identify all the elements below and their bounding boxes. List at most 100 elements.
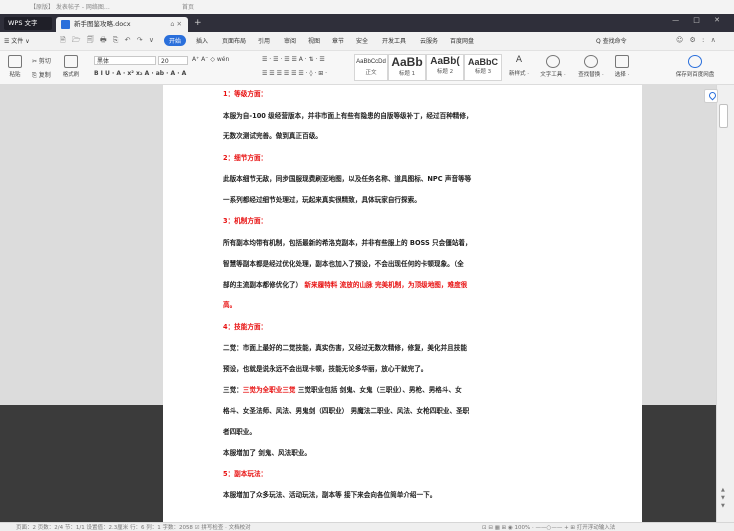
tab-references[interactable]: 引用: [258, 36, 270, 45]
doc-line-14-end: 三觉职业包括 剑鬼、女鬼（三职业）、男枪、男格斗、女: [295, 386, 462, 394]
find-replace-button[interactable]: 查找替换 ·: [576, 55, 606, 78]
font-style-tools[interactable]: B I U · A · x² x₂ A · ab · A · A: [94, 70, 186, 77]
document-icon: [61, 20, 70, 29]
desktop-tab-strip: 【原版】 发表帖子 - 网络图… 首页: [0, 0, 734, 14]
vertical-scrollbar[interactable]: [716, 85, 734, 522]
baidu-save-label: 保存到百度网盘: [675, 72, 715, 78]
search-icon: [584, 55, 598, 68]
menu-bar: ☰ 文件 ∨ 🗎 🗁 🗐 🖶 ⎘ ↶ ↷ ∨ 开始 插入 页面布局 引用 审阅 …: [0, 32, 734, 51]
doc-line-4: 此版本细节无敌，同步国服现费刷亚地图，以及任务名称、道具图标、NPC 声音等等: [223, 175, 472, 183]
doc-line-8: 智慧等副本都是经过优化处理，副本也加入了预设，不会出现任何的卡顿现象。（全: [223, 260, 464, 268]
tab-security[interactable]: 安全: [356, 36, 368, 45]
document-page[interactable]: 1：等级方面： 本服为自-100 级经营版本，并非市面上有些有隐患的自版等级补丁…: [163, 85, 642, 522]
paste-icon: [8, 55, 22, 68]
menu-right-icons[interactable]: ☺ ⚙ : ∧: [676, 36, 718, 44]
style-heading-2[interactable]: AaBb( 标题 2: [426, 54, 464, 81]
cloud-icon: [688, 55, 702, 68]
style-normal[interactable]: AaBbCcDd 正文: [354, 54, 388, 81]
font-name-select[interactable]: 黑体: [94, 56, 156, 65]
scroll-up-arrow[interactable]: ▲: [721, 487, 725, 493]
tab-view[interactable]: 视图: [308, 36, 320, 45]
tab-insert[interactable]: 插入: [196, 36, 208, 45]
format-painter-button[interactable]: 格式刷: [60, 55, 82, 78]
section-heading-detail: 2：细节方面：: [223, 154, 268, 162]
ribbon: 粘贴 ✂ 剪切 ⎘ 复制 格式刷 黑体 20 A⁺ A⁻ ◇ wén B I U…: [0, 51, 734, 85]
tab-page-layout[interactable]: 页面布局: [222, 36, 246, 45]
paragraph-tools-2[interactable]: ☰ ☰ ☰ ☰ ☰ ☰ · ◊ · ⊞ ·: [262, 70, 327, 77]
doc-line-17: 本服增加了 剑鬼、风法职业。: [223, 449, 312, 457]
document-tab-title: 新手图鉴攻略.docx: [74, 20, 131, 28]
section-heading-level: 1：等级方面：: [223, 90, 268, 98]
style-heading-1-sample: AaBb: [391, 55, 423, 69]
desktop-tab-2[interactable]: 首页: [182, 2, 194, 11]
section-heading-mechanics: 3：机制方面：: [223, 217, 268, 225]
style-heading-3-sample: AaBbC: [467, 57, 498, 67]
style-heading-2-sample: AaBb(: [430, 56, 460, 67]
scroll-page-down[interactable]: ▼: [721, 503, 725, 509]
title-bar: WPS 文字 新手图鉴攻略.docx ⌂ ✕ + — □ ✕: [0, 14, 734, 32]
new-style-button[interactable]: A 新样式 ·: [506, 55, 532, 77]
select-label: 选择 ·: [614, 72, 630, 78]
text-tools-button[interactable]: 文字工具 ·: [538, 55, 568, 78]
new-style-label: 新样式 ·: [509, 71, 529, 77]
wps-app-tab[interactable]: WPS 文字: [4, 17, 52, 30]
doc-line-10: 高。: [223, 301, 237, 309]
style-heading-1[interactable]: AaBb 标题 1: [388, 54, 426, 81]
style-normal-name: 正文: [365, 70, 377, 76]
command-search[interactable]: Q 查找命令: [596, 36, 627, 45]
style-heading-2-name: 标题 2: [436, 69, 454, 75]
new-tab-button[interactable]: +: [194, 17, 202, 29]
location-pin-icon: [707, 90, 718, 101]
paragraph-tools-1[interactable]: ☰ · ☰ · ☰ ☰ A · ⇅ · ☰: [262, 56, 325, 63]
format-painter-label: 格式刷: [62, 72, 80, 78]
doc-line-15: 格斗、女圣法师、风法、男鬼剑（四职业） 男魔法二职业、风法、女枪四职业、圣职: [223, 407, 470, 415]
section-heading-skills: 4：技能方面：: [223, 323, 268, 331]
style-normal-sample: AaBbCcDd: [356, 59, 386, 65]
find-replace-label: 查找替换 ·: [578, 72, 604, 78]
quick-access-toolbar[interactable]: 🗎 🗁 🗐 🖶 ⎘ ↶ ↷ ∨: [60, 36, 156, 47]
tab-review[interactable]: 审阅: [284, 36, 296, 45]
new-style-icon: A: [515, 55, 523, 65]
background-dark-right: [642, 405, 716, 522]
doc-line-14: 三觉：三觉为全职业三觉 三觉职业包括 剑鬼、女鬼（三职业）、男枪、男格斗、女: [223, 384, 462, 394]
desktop-tab-1[interactable]: 【原版】 发表帖子 - 网络图…: [30, 2, 110, 11]
doc-line-1: 本服为自-100 级经营版本，并非市面上有些有隐患的自版等级补丁，经过百种精修，: [223, 112, 473, 120]
tab-developer[interactable]: 开发工具: [382, 36, 406, 45]
document-tab[interactable]: 新手图鉴攻略.docx ⌂ ✕: [56, 17, 188, 32]
doc-line-7: 所有副本均带有机制，包括最新的希洛克副本，并非有些服上的 BOSS 只会僵站着，: [223, 239, 472, 247]
doc-line-12: 二觉：市面上最好的二觉技能，真实伤害，又经过无数次精修，修复，美化并且技能: [223, 344, 467, 352]
tab-cloud[interactable]: 云服务: [420, 36, 438, 45]
scrollbar-thumb[interactable]: [719, 104, 728, 128]
brush-icon: [64, 55, 78, 68]
doc-line-16: 者四职业。: [223, 428, 256, 436]
style-heading-3-name: 标题 3: [474, 69, 492, 75]
tab-start[interactable]: 开始: [164, 35, 187, 46]
doc-line-14-start: 三觉：: [223, 386, 243, 394]
baidu-save-button[interactable]: 保存到百度网盘: [670, 55, 720, 78]
section-heading-dungeon: 5：副本玩法：: [223, 470, 268, 478]
tab-chapter[interactable]: 章节: [332, 36, 344, 45]
doc-line-9-red: 新来履特料 流放的山脉 完美机制，为顶级地图，难度很: [304, 281, 468, 289]
background-dark-left: [0, 405, 163, 522]
copy-button[interactable]: ⎘ 复制: [32, 70, 51, 80]
doc-line-14-red: 三觉为全职业三觉: [242, 386, 296, 394]
style-heading-3[interactable]: AaBbC 标题 3: [464, 54, 502, 81]
scroll-down-arrow[interactable]: ▼: [721, 495, 725, 501]
style-heading-1-name: 标题 1: [398, 71, 416, 77]
tab-baidu-netdisk[interactable]: 百度网盘: [450, 36, 474, 45]
window-controls[interactable]: — □ ✕: [672, 16, 726, 24]
paste-label: 粘贴: [9, 72, 21, 78]
select-button[interactable]: 选择 ·: [610, 55, 634, 78]
cut-button[interactable]: ✂ 剪切: [32, 56, 51, 65]
location-pin-button[interactable]: [704, 89, 718, 103]
doc-line-9: 部的主流副本都修优化了） 新来履特料 流放的山脉 完美机制，为顶级地图，难度很: [223, 279, 467, 289]
cursor-icon: [615, 55, 629, 68]
doc-line-5: 一系列都经过细节处理过，玩起来真实很精致，具体玩家自行探索。: [223, 196, 421, 204]
doc-line-9-black: 部的主流副本都修优化了）: [223, 281, 303, 289]
doc-line-2: 无数次测试完善。做到真正百级。: [223, 132, 322, 140]
font-size-tools[interactable]: A⁺ A⁻ ◇ wén: [192, 56, 229, 63]
file-menu[interactable]: ☰ 文件 ∨: [4, 36, 30, 45]
font-size-select[interactable]: 20: [158, 56, 188, 65]
paste-button[interactable]: 粘贴: [4, 55, 26, 78]
tab-close-button[interactable]: ⌂ ✕: [170, 17, 182, 32]
